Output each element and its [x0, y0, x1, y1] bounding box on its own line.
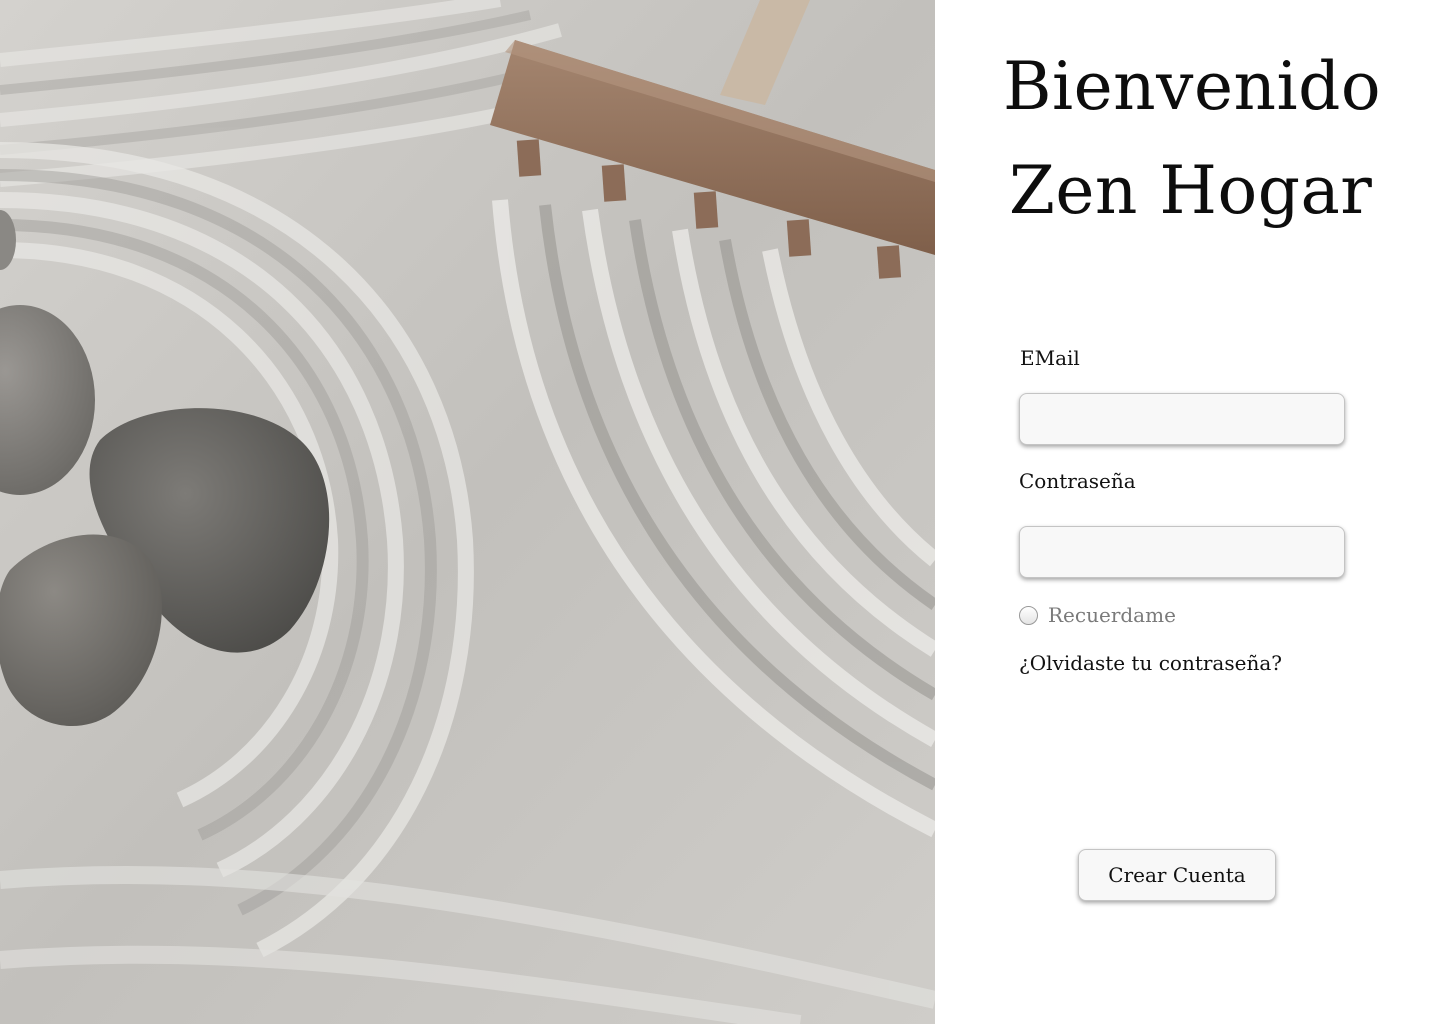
create-account-button[interactable]: Crear Cuenta	[1078, 849, 1276, 901]
remember-label: Recuerdame	[1048, 603, 1176, 627]
email-field[interactable]	[1019, 393, 1345, 445]
password-field[interactable]	[1019, 526, 1345, 578]
brand-title: Zen Hogar	[1009, 152, 1373, 229]
email-label: EMail	[1020, 346, 1080, 370]
forgot-password-link[interactable]: ¿Olvidaste tu contraseña?	[1019, 651, 1282, 675]
password-label: Contraseña	[1019, 469, 1136, 493]
welcome-title: Bienvenido	[1003, 48, 1382, 125]
remember-me[interactable]: Recuerdame	[1019, 603, 1176, 627]
remember-checkbox[interactable]	[1019, 605, 1038, 625]
login-panel: Bienvenido Zen Hogar EMail Contraseña Re…	[935, 0, 1440, 1024]
hero-image	[0, 0, 935, 1024]
